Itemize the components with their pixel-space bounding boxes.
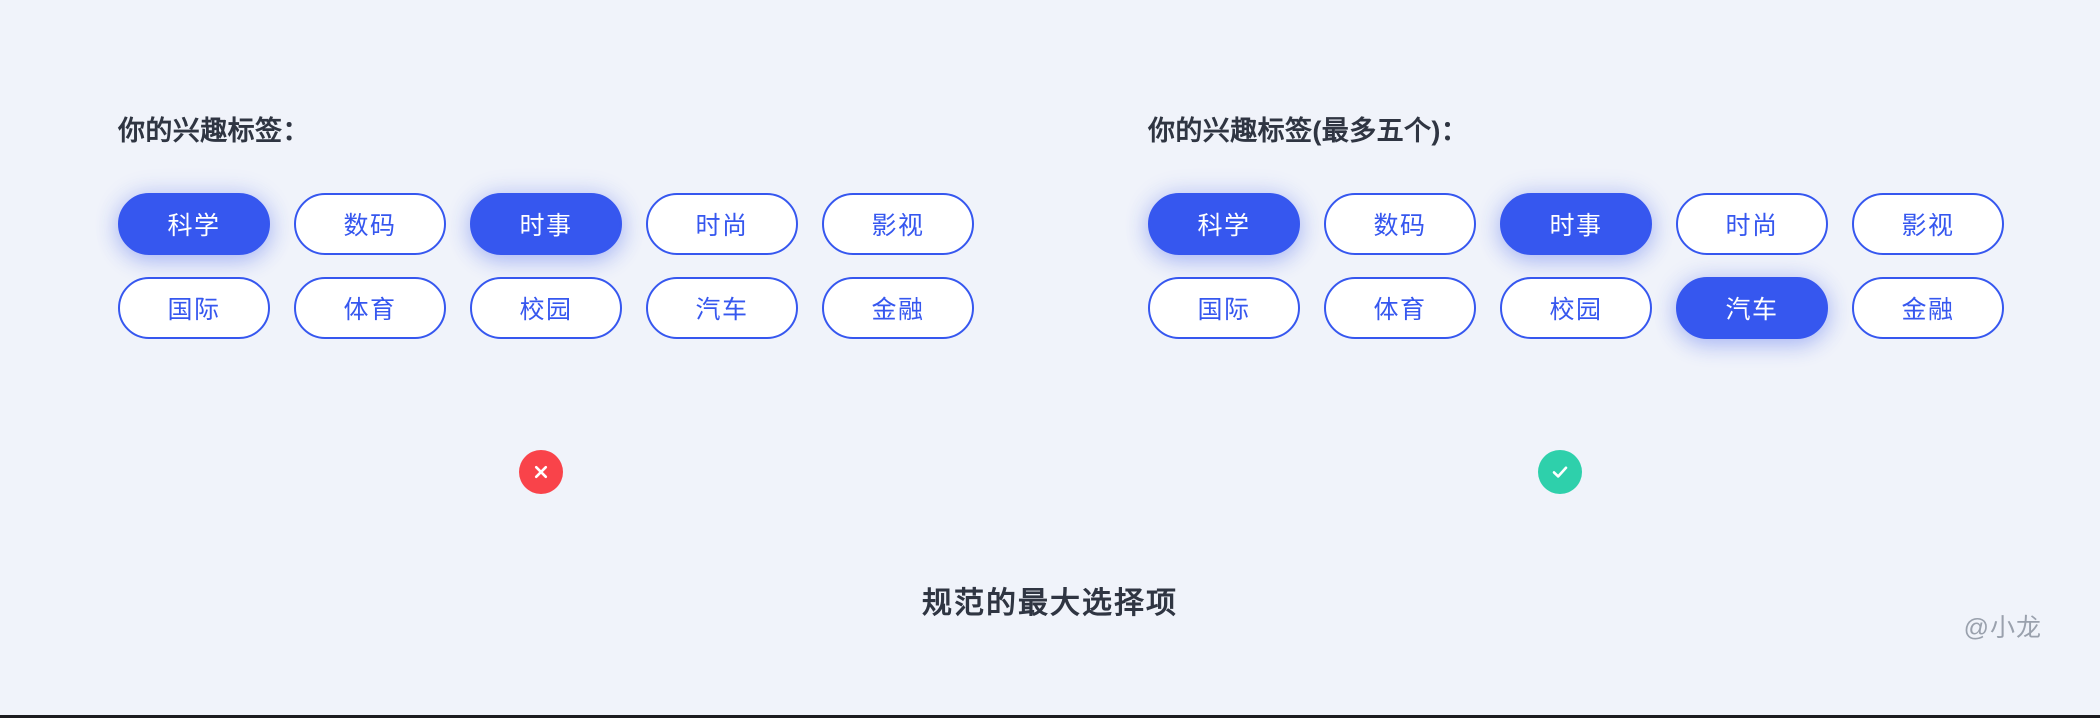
- chip-invalid-科学[interactable]: 科学: [118, 193, 270, 255]
- check-icon: [1549, 461, 1571, 483]
- chip-valid-汽车[interactable]: 汽车: [1676, 277, 1828, 339]
- watermark: @小龙: [1963, 614, 2042, 642]
- chip-invalid-国际[interactable]: 国际: [118, 277, 270, 339]
- close-icon: [531, 462, 551, 482]
- chip-invalid-体育[interactable]: 体育: [294, 277, 446, 339]
- verdict-badge-invalid: [519, 450, 563, 494]
- chip-valid-校园[interactable]: 校园: [1500, 277, 1652, 339]
- chip-valid-时事[interactable]: 时事: [1500, 193, 1652, 255]
- chip-valid-时尚[interactable]: 时尚: [1676, 193, 1828, 255]
- chip-valid-科学[interactable]: 科学: [1148, 193, 1300, 255]
- panel-invalid-heading: 你的兴趣标签：: [118, 116, 310, 146]
- chip-valid-体育[interactable]: 体育: [1324, 277, 1476, 339]
- chip-invalid-校园[interactable]: 校园: [470, 277, 622, 339]
- chip-invalid-时尚[interactable]: 时尚: [646, 193, 798, 255]
- panel-valid-chip-grid: 科学 数码 时事 时尚 影视国际 体育 校园 汽车 金融: [1148, 193, 2004, 339]
- chip-valid-国际[interactable]: 国际: [1148, 277, 1300, 339]
- page-caption: 规范的最大选择项: [922, 587, 1178, 620]
- panel-valid-heading: 你的兴趣标签(最多五个)：: [1148, 116, 1469, 146]
- panel-valid: 你的兴趣标签(最多五个)： 科学 数码 时事 时尚 影视国际 体育 校园 汽车 金融: [1148, 118, 2004, 339]
- panel-invalid: 你的兴趣标签： 科学 数码 时事 时尚 影视国际 体育 校园 汽车 金融: [118, 118, 974, 339]
- chip-valid-金融[interactable]: 金融: [1852, 277, 2004, 339]
- chip-invalid-时事[interactable]: 时事: [470, 193, 622, 255]
- verdict-badge-valid: [1538, 450, 1582, 494]
- chip-invalid-金融[interactable]: 金融: [822, 277, 974, 339]
- comparison-stage: 你的兴趣标签： 科学 数码 时事 时尚 影视 国际 体育 校园 汽车 金融 你的兴趣标签(最多五个…: [0, 0, 2100, 715]
- chip-invalid-汽车[interactable]: 汽车: [646, 277, 798, 339]
- panel-invalid-chip-grid: 科学 数码 时事 时尚 影视国际 体育 校园 汽车 金融: [118, 193, 974, 339]
- chip-invalid-影视[interactable]: 影视: [822, 193, 974, 255]
- chip-valid-数码[interactable]: 数码: [1324, 193, 1476, 255]
- chip-valid-影视[interactable]: 影视: [1852, 193, 2004, 255]
- chip-invalid-数码[interactable]: 数码: [294, 193, 446, 255]
